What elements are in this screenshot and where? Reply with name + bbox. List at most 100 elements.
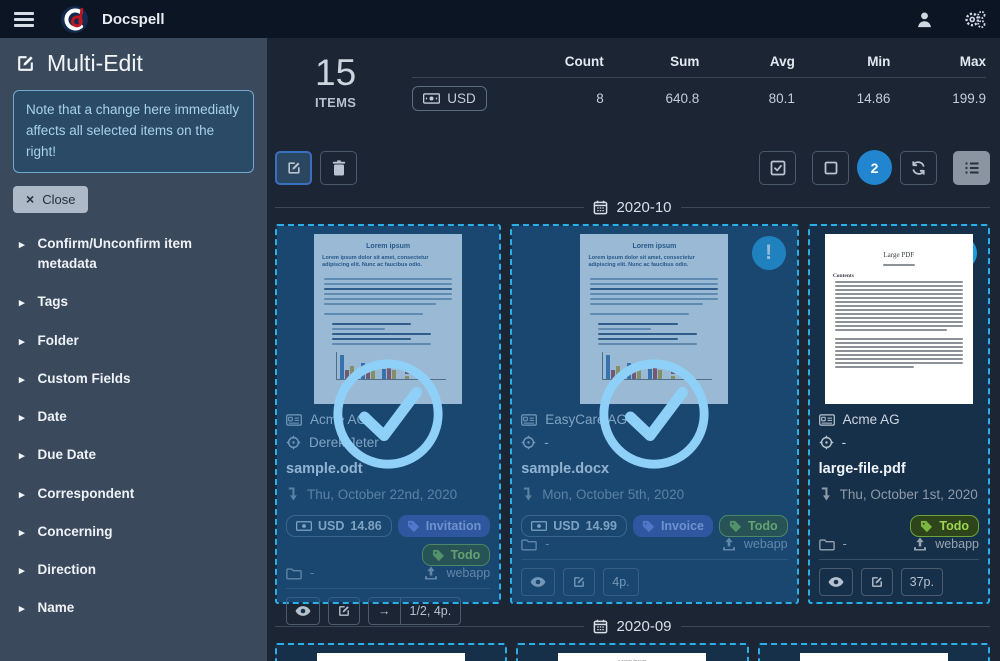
folder-icon <box>819 538 835 551</box>
tag-icon <box>729 520 742 533</box>
sidebar-item-due-date[interactable]: ▸Due Date <box>13 436 254 474</box>
preview-eye-button[interactable] <box>521 568 555 596</box>
sidebar-item-date[interactable]: ▸Date <box>13 398 254 436</box>
multi-edit-sidebar: Multi-Edit Note that a change here immed… <box>0 38 267 661</box>
edit-item-button[interactable] <box>563 568 595 596</box>
edit-icon <box>337 604 351 618</box>
list-view-toggle-button[interactable] <box>953 151 990 185</box>
eye-icon <box>530 576 546 588</box>
item-preview[interactable]: Large PDF Contents <box>819 234 979 404</box>
item-card[interactable]: ! Lorem ipsum Lorem ipsum dolor sit amet… <box>510 224 798 604</box>
page-count: 1/2, 4p. <box>400 598 461 624</box>
caret-right-icon: ▸ <box>19 334 25 351</box>
page-count: 37p. <box>901 568 943 596</box>
calendar-icon <box>593 619 608 634</box>
caret-right-icon: ▸ <box>19 601 25 618</box>
stats-table: Count Sum Avg Min Max USD <box>412 54 986 111</box>
tag-badge: Todo <box>719 515 788 537</box>
stats-header-sum: Sum <box>604 54 700 69</box>
sidebar-item-concerning[interactable]: ▸Concerning <box>13 513 254 551</box>
next-attachment-button[interactable]: → <box>369 598 400 624</box>
tag-badge: Todo <box>910 515 979 537</box>
item-cards-row: Keywords in PDF Lorem ipsum Lorem ipsum … <box>275 643 990 661</box>
edit-item-button[interactable] <box>861 568 893 596</box>
money-bill-icon <box>423 93 440 104</box>
item-date: Thu, October 1st, 2020 <box>840 487 978 502</box>
amount-value: 14.99 <box>586 519 617 533</box>
close-button[interactable]: × Close <box>13 186 88 213</box>
deselect-all-button[interactable] <box>812 151 849 185</box>
preview-eye-button[interactable] <box>819 568 853 596</box>
square-icon <box>823 160 839 176</box>
item-preview[interactable]: Keywords in PDF <box>286 653 496 661</box>
stats-header-avg: Avg <box>699 54 795 69</box>
folder-value: - <box>843 537 847 551</box>
preview-eye-button[interactable] <box>286 597 320 625</box>
preview-title: Lorem ipsum <box>322 243 454 250</box>
sidebar-item-folder[interactable]: ▸Folder <box>13 322 254 360</box>
item-card[interactable]: Lorem ipsum Lorem ipsum dolor sit amet, … <box>516 643 748 661</box>
item-card[interactable]: Lorem ipsum Lorem ipsum dolor sit amet, … <box>275 224 501 604</box>
tag-icon <box>920 520 933 533</box>
preview-subtitle: Lorem ipsum dolor sit amet, consectetur … <box>588 255 720 270</box>
sidebar-item-direction[interactable]: ▸Direction <box>13 551 254 589</box>
concerning-name: - <box>842 435 847 450</box>
top-navbar: Docspell <box>0 0 1000 38</box>
close-icon: × <box>26 192 34 206</box>
folder-value: - <box>310 566 314 580</box>
tag-icon <box>642 520 655 533</box>
item-date-row: Thu, October 22nd, 2020 <box>286 487 490 502</box>
preview-title: Large PDF <box>833 251 965 259</box>
edit-icon <box>15 53 36 74</box>
delete-button[interactable] <box>320 151 357 185</box>
sidebar-item-custom-fields[interactable]: ▸Custom Fields <box>13 360 254 398</box>
caret-right-icon: ▸ <box>19 237 25 254</box>
item-date-icon <box>286 487 299 502</box>
eye-icon <box>295 605 311 617</box>
item-preview[interactable]: Lorem ipsum Lorem ipsum dolor sit amet, … <box>527 653 737 661</box>
item-card[interactable]: Keywords in PDF <box>275 643 507 661</box>
item-name[interactable]: large-file.pdf <box>819 461 979 477</box>
cogs-icon[interactable] <box>964 10 986 29</box>
preview-heading: Contents <box>833 273 965 279</box>
sidebar-item-name[interactable]: ▸Name <box>13 589 254 627</box>
item-date: Thu, October 22nd, 2020 <box>307 487 457 502</box>
upload-icon <box>913 537 927 551</box>
menu-icon[interactable] <box>14 12 34 27</box>
items-count: 15 ITEMS <box>315 54 356 110</box>
edit-mode-button[interactable] <box>275 151 312 185</box>
money-bill-icon <box>296 521 312 531</box>
select-all-button[interactable] <box>759 151 796 185</box>
summary-row: 15 ITEMS Count Sum Avg Min Max <box>275 46 990 142</box>
sidebar-item-tags[interactable]: ▸Tags <box>13 283 254 321</box>
date-group-label: 2020-09 <box>616 618 671 635</box>
user-icon[interactable] <box>915 10 934 29</box>
item-card[interactable]: ! Large PDF Contents <box>808 224 990 604</box>
multi-edit-note: Note that a change here immediatly affec… <box>13 90 254 173</box>
stats-value-sum: 640.8 <box>604 91 700 106</box>
edit-item-button[interactable] <box>328 597 360 625</box>
docspell-logo[interactable] <box>60 5 89 34</box>
sync-icon <box>910 160 927 176</box>
items-count-label: ITEMS <box>315 95 356 110</box>
sidebar-item-correspondent[interactable]: ▸Correspondent <box>13 475 254 513</box>
stats-value-max: 199.9 <box>890 91 986 106</box>
pages-group: → 1/2, 4p. <box>368 597 461 625</box>
amount-badge: USD 14.99 <box>521 515 627 537</box>
refresh-button[interactable] <box>900 151 937 185</box>
folder-source-row: - webapp <box>819 537 979 559</box>
date-group-label: 2020-10 <box>616 199 671 216</box>
caret-right-icon: ▸ <box>19 372 25 389</box>
item-card[interactable]: Lorem ipsum Lorem ipsum dolor sit amet, … <box>758 643 990 661</box>
date-group-header: 2020-10 <box>275 199 990 216</box>
sidebar-item-confirm-metadata[interactable]: ▸Confirm/Unconfirm item metadata <box>13 225 254 284</box>
item-date-row: Thu, October 1st, 2020 <box>819 487 979 502</box>
source-value: webapp <box>744 537 788 551</box>
upload-icon <box>424 566 438 580</box>
item-date-icon <box>819 487 832 502</box>
stats-header-max: Max <box>890 54 986 69</box>
arrow-right-icon: → <box>378 604 391 618</box>
crosshairs-icon <box>521 435 536 450</box>
item-preview[interactable]: Lorem ipsum Lorem ipsum dolor sit amet, … <box>769 653 979 661</box>
caret-right-icon: ▸ <box>19 563 25 580</box>
